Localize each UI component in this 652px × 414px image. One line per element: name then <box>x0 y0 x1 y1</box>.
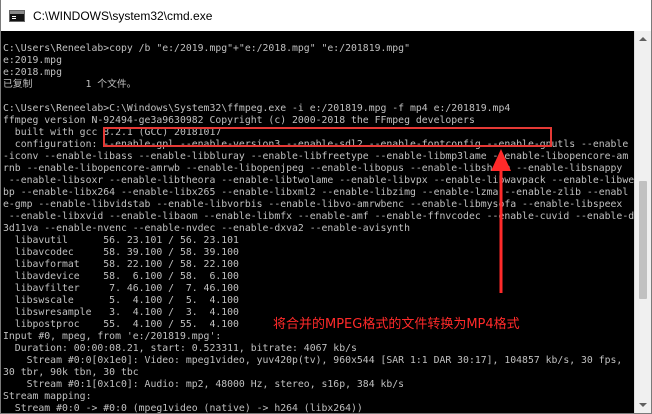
console-line: 3d11va --enable-nvenc --enable-nvdec --e… <box>3 223 410 234</box>
arrow-up-icon <box>491 149 511 293</box>
console-line: Stream #0:0 -> #0:0 (mpeg1video (native)… <box>3 403 363 414</box>
annotation-text: 将合并的MPEG格式的文件转换为MP4格式 <box>273 317 520 332</box>
console-line: 已复制 1 个文件。 <box>3 79 137 90</box>
console-line: built with gcc 8.2.1 (GCC) 20181017 <box>3 127 222 138</box>
console-line: libavdevice 58. 6.100 / 58. 6.100 <box>3 271 239 282</box>
cmd-window: C:\WINDOWS\system32\cmd.exe C:\Users\Ren… <box>0 0 652 414</box>
console-line: libavfilter 7. 46.100 / 7. 46.100 <box>3 283 239 294</box>
console-line: configuration: --enable-gpl --enable-ver… <box>3 139 629 150</box>
console-line: -iconv --enable-libass --enable-libblura… <box>3 151 629 162</box>
console-line: e-gmp --enable-libvidstab --enable-libvo… <box>3 199 623 210</box>
console-line: e:2018.mpg <box>3 67 62 78</box>
console-line: libswresample 3. 4.100 / 3. 4.100 <box>3 307 239 318</box>
console-line: rnb --enable-libopencore-amrwb --enable-… <box>3 163 623 174</box>
console-output[interactable]: C:\Users\Reneelab>copy /b "e:/2019.mpg"+… <box>1 31 634 414</box>
title-bar[interactable]: C:\WINDOWS\system32\cmd.exe <box>1 0 651 31</box>
console-line: C:\Users\Reneelab>copy /b "e:/2019.mpg"+… <box>3 43 410 54</box>
window-title: C:\WINDOWS\system32\cmd.exe <box>33 8 213 23</box>
console-line: libavutil 56. 23.101 / 56. 23.101 <box>3 235 239 246</box>
console-line: --enable-libsoxr --enable-libtheora --en… <box>3 175 634 186</box>
console-line: --enable-libxvid --enable-libaom --enabl… <box>3 211 634 222</box>
console-line: Stream #0:0[0x1e0]: Video: mpeg1video, y… <box>3 355 623 366</box>
console-line: Stream #0:1[0x1c0]: Audio: mp2, 48000 Hz… <box>3 379 405 390</box>
console-line: e:2019.mpg <box>3 55 62 66</box>
console-line: libpostproc 55. 4.100 / 55. 4.100 <box>3 319 239 330</box>
console-line: Duration: 00:00:08.21, start: 0.523311, … <box>3 343 357 354</box>
vertical-scrollbar[interactable] <box>634 31 651 413</box>
console-line: C:\Users\Reneelab>C:\Windows\System32\ff… <box>3 103 511 114</box>
console-line: libavformat 58. 22.100 / 58. 22.100 <box>3 259 239 270</box>
scroll-up-icon[interactable] <box>635 31 651 47</box>
console-line: Input #0, mpeg, from 'e:/201819.mpg': <box>3 331 222 342</box>
console-line: ffmpeg version N-92494-ge3a9630982 Copyr… <box>3 115 475 126</box>
console-line: libswscale 5. 4.100 / 5. 4.100 <box>3 295 239 306</box>
console-line: bp --enable-libx264 --enable-libx265 --e… <box>3 187 629 198</box>
scroll-thumb[interactable] <box>639 181 647 299</box>
console-line: Stream mapping: <box>3 391 92 402</box>
cmd-icon <box>9 9 25 22</box>
console-line: libavcodec 58. 39.100 / 58. 39.100 <box>3 247 239 258</box>
scroll-down-icon[interactable] <box>635 397 651 413</box>
console-line: 30 tbr, 90k tbn, 30 tbc <box>3 367 139 378</box>
